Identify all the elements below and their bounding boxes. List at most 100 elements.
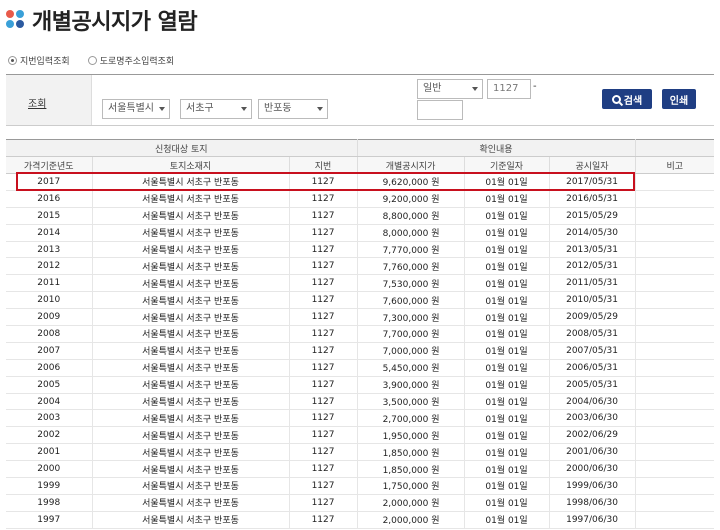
cell-year: 1999 <box>6 477 93 495</box>
table-row: 2011 서울특별시 서초구 반포동 1127 7,530,000 원 01월 01일 2… <box>6 274 715 293</box>
cell-note <box>635 359 715 377</box>
table-row: 2003 서울특별시 서초구 반포동 1127 2,700,000 원 01월 01일 2… <box>6 409 715 428</box>
city-select[interactable]: 서울특별시 <box>102 99 170 119</box>
cell-pub-date: 2006/05/31 <box>549 359 636 377</box>
cell-location: 서울특별시 서초구 반포동 <box>92 257 290 276</box>
cell-base-date: 01월 01일 <box>464 477 550 495</box>
cell-base-date: 01월 01일 <box>464 173 550 191</box>
table-row: 2015 서울특별시 서초구 반포동 1127 8,800,000 원 01월 01일 2… <box>6 207 715 225</box>
search-button[interactable]: 검색 <box>602 89 652 109</box>
lot-separator: - <box>533 81 537 92</box>
logo-dots-icon <box>6 10 26 30</box>
district-select-value: 서초구 <box>186 103 214 114</box>
table-row: 1997 서울특별시 서초구 반포동 1127 2,000,000 원 01월 01일 1… <box>6 511 715 529</box>
cell-base-date: 01월 01일 <box>464 460 550 479</box>
dong-select[interactable]: 반포동 <box>258 99 328 119</box>
cell-price: 2,000,000 원 <box>357 511 465 529</box>
search-label-cell: 조회 <box>6 75 92 125</box>
page-title: 개별공시지가 열람 <box>32 10 198 35</box>
cell-year: 2005 <box>6 376 93 394</box>
cell-note <box>635 477 715 495</box>
radio-lot-number[interactable]: 지번입력조회 <box>8 54 70 67</box>
table-row: 2005 서울특별시 서초구 반포동 1127 3,900,000 원 01월 01일 2… <box>6 376 715 394</box>
land-type-select[interactable]: 일반 <box>417 79 483 99</box>
cell-year: 1997 <box>6 511 93 529</box>
cell-note <box>635 511 715 529</box>
print-button-label: 인쇄 <box>669 95 689 107</box>
cell-pub-date: 2004/06/30 <box>549 393 636 411</box>
cell-year: 2002 <box>6 426 93 445</box>
cell-price: 3,500,000 원 <box>357 393 465 411</box>
table-row: 2012 서울특별시 서초구 반포동 1127 7,760,000 원 01월 01일 2… <box>6 257 715 276</box>
cell-location: 서울특별시 서초구 반포동 <box>92 511 290 529</box>
cell-note <box>635 376 715 394</box>
page-header: 개별공시지가 열람 <box>6 4 198 36</box>
cell-note <box>635 393 715 411</box>
district-select[interactable]: 서초구 <box>180 99 252 119</box>
cell-location: 서울특별시 서초구 반포동 <box>92 207 290 225</box>
cell-year: 2003 <box>6 409 93 428</box>
cell-pub-date: 2017/05/31 <box>549 173 636 191</box>
cell-price: 9,620,000 원 <box>357 173 465 191</box>
cell-location: 서울특별시 서초구 반포동 <box>92 173 290 191</box>
cell-price: 8,800,000 원 <box>357 207 465 225</box>
cell-note <box>635 460 715 479</box>
city-select-value: 서울특별시 <box>108 103 154 114</box>
cell-location: 서울특별시 서초구 반포동 <box>92 359 290 377</box>
cell-price: 7,000,000 원 <box>357 342 465 360</box>
cell-price: 5,450,000 원 <box>357 359 465 377</box>
print-button[interactable]: 인쇄 <box>662 89 696 109</box>
cell-year: 2004 <box>6 393 93 411</box>
search-button-label: 검색 <box>623 95 643 107</box>
cell-note <box>635 494 715 512</box>
price-history-table: 신청대상 토지 확인내용 가격기준년도 토지소재지 지번 개별공시지가 기준일자… <box>6 139 715 529</box>
table-row: 2002 서울특별시 서초구 반포동 1127 1,950,000 원 01월 01일 2… <box>6 426 715 445</box>
cell-pub-date: 2010/05/31 <box>549 291 636 310</box>
cell-price: 7,530,000 원 <box>357 274 465 293</box>
cell-lot: 1127 <box>289 308 358 327</box>
table-row: 2000 서울특별시 서초구 반포동 1127 1,850,000 원 01월 01일 2… <box>6 460 715 479</box>
cell-note <box>635 224 715 242</box>
cell-note <box>635 426 715 445</box>
cell-year: 2011 <box>6 274 93 293</box>
chevron-down-icon <box>159 107 165 111</box>
radio-road-address[interactable]: 도로명주소입력조회 <box>87 54 174 67</box>
table-group-header-row: 신청대상 토지 확인내용 <box>6 139 715 157</box>
cell-year: 2016 <box>6 190 93 208</box>
cell-base-date: 01월 01일 <box>464 308 550 327</box>
table-row: 1999 서울특별시 서초구 반포동 1127 1,750,000 원 01월 01일 1… <box>6 477 715 495</box>
cell-pub-date: 1999/06/30 <box>549 477 636 495</box>
cell-lot: 1127 <box>289 443 358 462</box>
cell-lot: 1127 <box>289 393 358 411</box>
cell-location: 서울특별시 서초구 반포동 <box>92 426 290 445</box>
cell-price: 8,000,000 원 <box>357 224 465 242</box>
cell-price: 7,700,000 원 <box>357 325 465 343</box>
cell-location: 서울특별시 서초구 반포동 <box>92 460 290 479</box>
cell-note <box>635 190 715 208</box>
radio-checked-icon[interactable] <box>8 56 17 65</box>
cell-pub-date: 2014/05/30 <box>549 224 636 242</box>
main-lot-input[interactable]: 1127 <box>487 79 531 99</box>
cell-price: 1,750,000 원 <box>357 477 465 495</box>
cell-note <box>635 325 715 343</box>
cell-lot: 1127 <box>289 207 358 225</box>
cell-pub-date: 2001/06/30 <box>549 443 636 462</box>
cell-base-date: 01월 01일 <box>464 190 550 208</box>
sub-lot-input[interactable] <box>417 100 463 120</box>
cell-location: 서울특별시 서초구 반포동 <box>92 342 290 360</box>
cell-lot: 1127 <box>289 477 358 495</box>
cell-price: 1,850,000 원 <box>357 460 465 479</box>
cell-note <box>635 207 715 225</box>
cell-base-date: 01월 01일 <box>464 224 550 242</box>
cell-pub-date: 2015/05/29 <box>549 207 636 225</box>
cell-note <box>635 308 715 327</box>
radio-unchecked-icon[interactable] <box>87 56 97 65</box>
table-row: 2008 서울특별시 서초구 반포동 1127 7,700,000 원 01월 01일 2… <box>6 325 715 343</box>
cell-base-date: 01월 01일 <box>464 426 550 445</box>
cell-pub-date: 2008/05/31 <box>549 325 636 343</box>
cell-year: 1998 <box>6 494 93 512</box>
cell-price: 1,850,000 원 <box>357 443 465 462</box>
cell-lot: 1127 <box>289 274 358 293</box>
cell-price: 2,700,000 원 <box>357 409 465 428</box>
cell-lot: 1127 <box>289 241 358 259</box>
